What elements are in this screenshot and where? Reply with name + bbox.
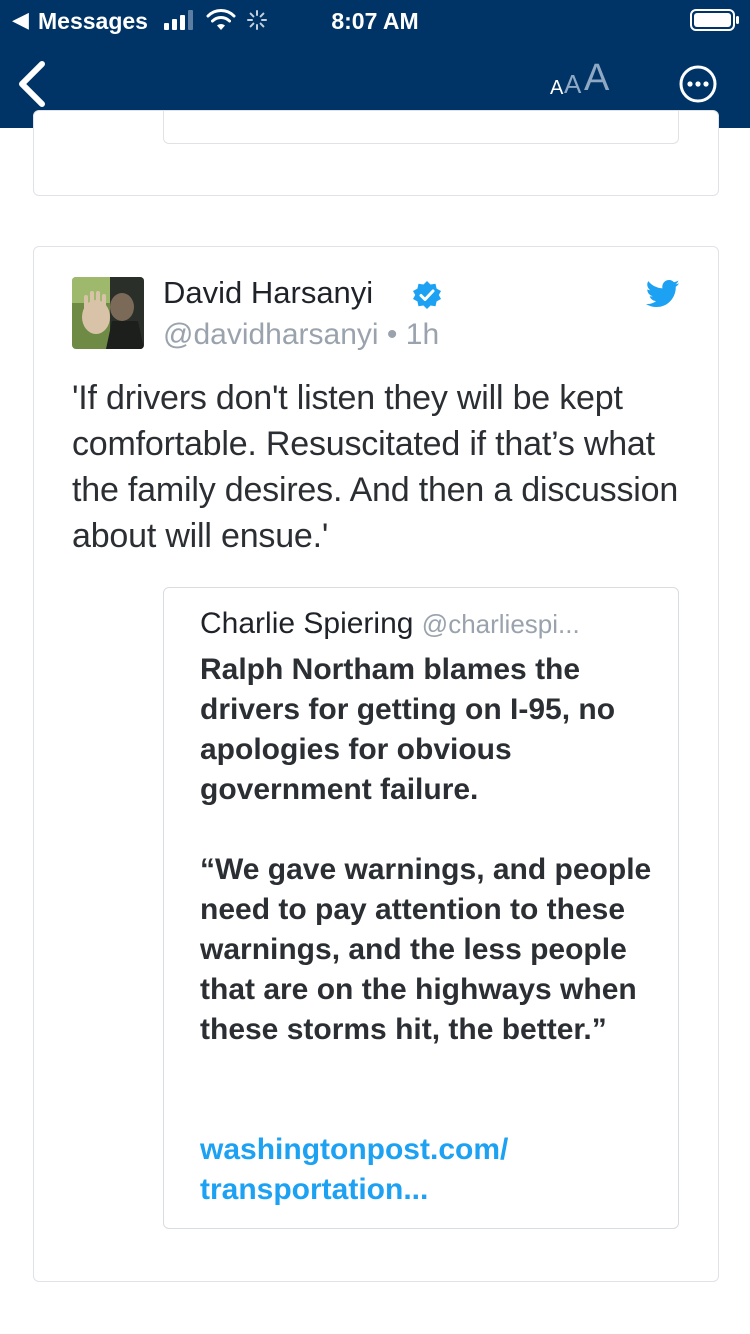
twitter-bird-icon[interactable] — [646, 279, 680, 309]
more-icon[interactable] — [678, 64, 718, 104]
quoted-author-name: Charlie Spiering — [200, 607, 414, 640]
author-name[interactable]: David Harsanyi — [163, 275, 373, 311]
author-meta: @davidharsanyi • 1h — [163, 317, 439, 353]
avatar[interactable] — [72, 277, 144, 349]
quoted-tweet-card[interactable]: Charlie Spiering @charliespi... Ralph No… — [163, 587, 679, 1229]
text-size-icon-large: A — [584, 57, 610, 99]
tweet-text: 'If drivers don't listen they will be ke… — [72, 379, 679, 555]
quoted-paragraph: Ralph Northam blames the drivers for get… — [200, 653, 616, 806]
text-size-icon-small: A — [550, 77, 564, 99]
tweet-age[interactable]: 1h — [406, 318, 439, 351]
tweet-embed-card: David Harsanyi @davidharsanyi • 1h 'If d… — [33, 246, 719, 1282]
chevron-left-icon[interactable] — [14, 60, 50, 108]
quoted-paragraph: “We gave warnings, and people need to pa… — [200, 853, 652, 1046]
clock: 8:07 AM — [331, 8, 419, 34]
quoted-link[interactable]: washingtonpost.com/ transportation... — [200, 1130, 660, 1210]
quoted-author-handle: @charliespi... — [421, 609, 580, 639]
quoted-tweet-text: Ralph Northam blames the drivers for get… — [200, 650, 662, 1050]
battery-icon — [690, 9, 739, 31]
previous-quote-card — [163, 111, 679, 144]
author-handle[interactable]: @davidharsanyi — [163, 318, 379, 351]
meta-separator: • — [378, 318, 406, 351]
previous-embed-card — [33, 110, 719, 196]
quoted-author: Charlie Spiering @charliespi... — [200, 606, 660, 642]
status-bar: ◀ Messages 8:07 AM — [0, 0, 750, 40]
text-size-icon-medium: A — [564, 69, 582, 99]
avatar-photo — [72, 277, 144, 349]
text-size-button[interactable]: A A A — [548, 57, 620, 106]
verified-badge-icon — [413, 281, 441, 309]
